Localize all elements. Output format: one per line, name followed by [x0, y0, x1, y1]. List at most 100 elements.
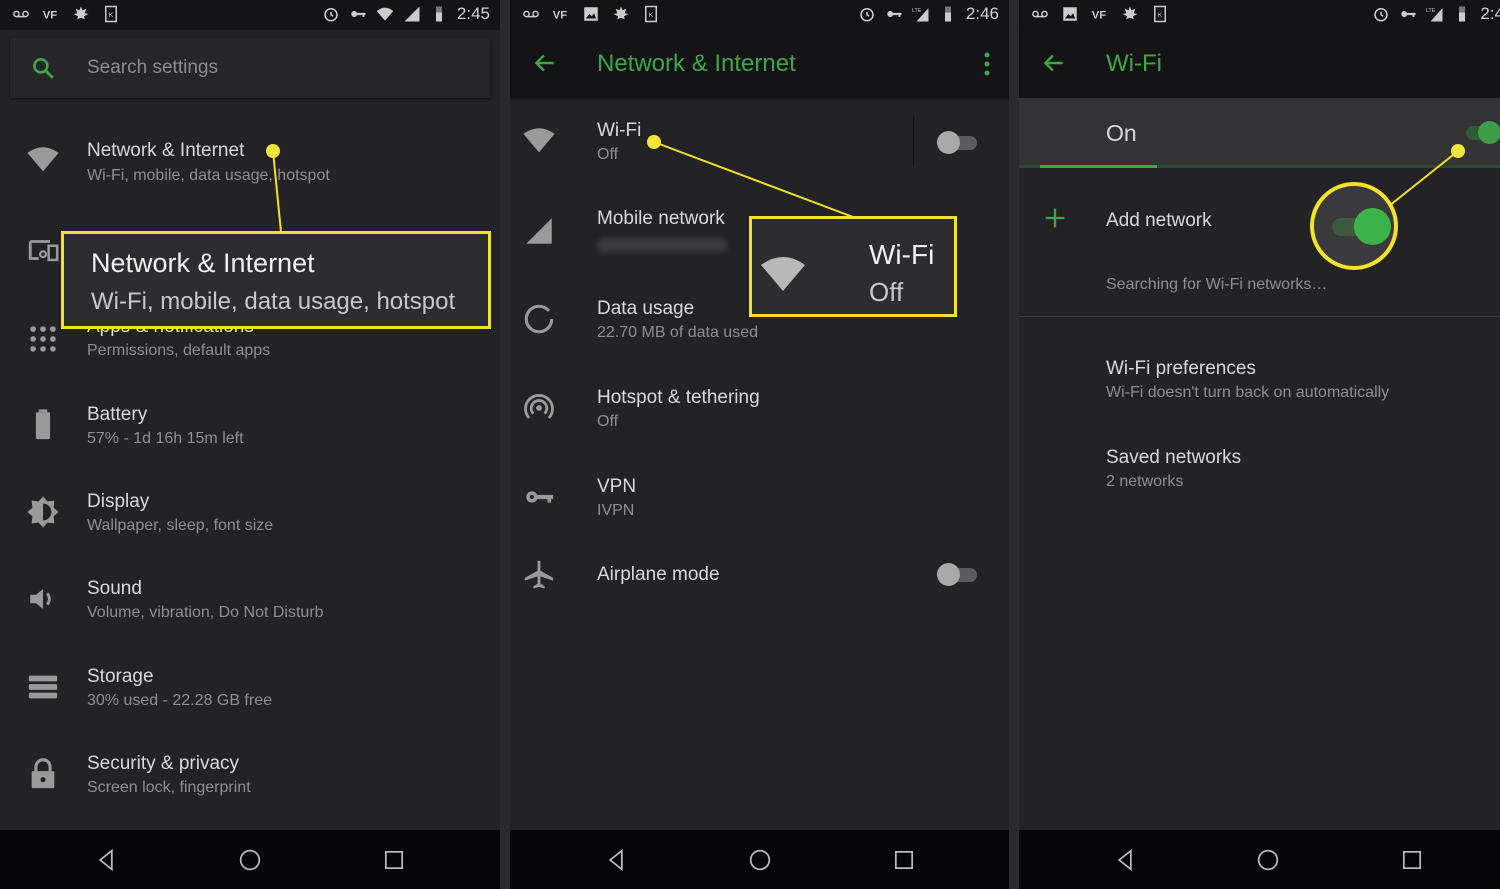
blurred-carrier-name: [597, 238, 727, 252]
status-bar: VF K 2:45: [0, 0, 500, 30]
item-subtitle: Wallpaper, sleep, font size: [87, 517, 274, 534]
recents-nav-icon[interactable]: [890, 846, 918, 874]
lock-icon: [31, 758, 55, 789]
back-arrow-icon[interactable]: [1041, 50, 1067, 76]
item-title: Mobile network: [597, 208, 725, 229]
home-nav-icon[interactable]: [746, 846, 774, 874]
alarm-icon: [1374, 8, 1389, 22]
settings-item-storage[interactable]: Storage 30% used - 22.28 GB free: [0, 650, 500, 730]
callout-subtitle: Off: [869, 277, 904, 307]
airplane-mode-toggle[interactable]: [937, 562, 977, 586]
search-input[interactable]: [87, 52, 467, 84]
voicemail-icon: [13, 10, 29, 18]
cell-signal-icon: [404, 6, 420, 22]
callout-title: Network & Internet: [91, 248, 315, 278]
recents-nav-icon[interactable]: [1398, 846, 1426, 874]
maple-leaf-icon: [73, 6, 89, 20]
lte-signal-icon: LTE: [912, 8, 929, 22]
item-title: VPN: [597, 476, 637, 497]
back-nav-icon[interactable]: [602, 846, 630, 874]
settings-item-network[interactable]: Network & Internet Wi-Fi, mobile, data u…: [0, 120, 500, 200]
item-subtitle: 2 networks: [1106, 473, 1184, 490]
item-subtitle: Wi-Fi doesn't turn back on automatically: [1106, 384, 1390, 401]
storage-icon: [28, 675, 58, 699]
wifi-master-toggle[interactable]: [1460, 120, 1500, 144]
back-arrow-icon[interactable]: [532, 50, 558, 76]
svg-text:LTE: LTE: [1426, 8, 1436, 14]
hotspot-icon: [524, 394, 554, 419]
network-item-wifi[interactable]: Wi-Fi Off: [510, 104, 1009, 184]
voicemail-icon: [1032, 10, 1048, 18]
settings-panel: VF K 2:45 Network & Internet Wi-Fi, mobi…: [0, 0, 500, 889]
clock: 2:4: [1480, 4, 1500, 23]
brightness-icon: [27, 496, 59, 528]
back-nav-icon[interactable]: [92, 846, 120, 874]
item-title: Sound: [87, 578, 142, 599]
k-app-icon: K: [105, 5, 117, 23]
battery-icon: [944, 6, 951, 22]
alarm-icon: [324, 8, 338, 22]
item-subtitle: 57% - 1d 16h 15m left: [87, 430, 244, 447]
svg-text:K: K: [649, 12, 654, 19]
item-subtitle: Off: [597, 146, 619, 163]
item-title: Hotspot & tethering: [597, 387, 760, 408]
divider: [1019, 316, 1500, 317]
settings-item-sound[interactable]: Sound Volume, vibration, Do Not Disturb: [0, 562, 500, 642]
callout-wifi-off: Wi-Fi Off: [749, 216, 957, 317]
add-network-label: Add network: [1106, 210, 1212, 231]
wifi-preferences-item[interactable]: Wi-Fi preferences Wi-Fi doesn't turn bac…: [1019, 342, 1500, 422]
svg-text:LTE: LTE: [912, 8, 922, 14]
key-icon: [887, 11, 902, 17]
wifi-toggle[interactable]: [937, 130, 977, 154]
search-bar[interactable]: [10, 38, 490, 98]
app-bar: Network & Internet: [510, 30, 1009, 98]
home-nav-icon[interactable]: [236, 846, 264, 874]
wifi-master-switch-bar[interactable]: On: [1019, 98, 1500, 168]
cell-signal-icon: [526, 218, 552, 244]
volume-icon: [30, 589, 51, 609]
key-icon: [351, 11, 366, 17]
wifi-icon: [523, 128, 555, 153]
item-title: Security & privacy: [87, 753, 240, 774]
svg-text:VF: VF: [553, 10, 568, 22]
add-network-item[interactable]: Add network: [1019, 182, 1500, 262]
battery-icon: [35, 409, 51, 440]
svg-text:K: K: [1158, 12, 1163, 19]
settings-item-security[interactable]: Security & privacy Screen lock, fingerpr…: [0, 737, 500, 817]
settings-item-battery[interactable]: Battery 57% - 1d 16h 15m left: [0, 388, 500, 468]
item-title: Saved networks: [1106, 447, 1242, 468]
key-icon: [1401, 11, 1416, 17]
k-app-icon: K: [1154, 5, 1166, 23]
back-nav-icon[interactable]: [1111, 846, 1139, 874]
callout-toggle-magnified: [1310, 182, 1398, 270]
network-item-airplane[interactable]: Airplane mode: [510, 548, 1009, 628]
nav-bar: [0, 830, 500, 889]
image-icon: [584, 7, 598, 21]
item-subtitle: IVPN: [597, 502, 635, 519]
home-nav-icon[interactable]: [1254, 846, 1282, 874]
alarm-icon: [860, 8, 874, 22]
item-subtitle: 22.70 MB of data used: [597, 324, 758, 341]
network-item-hotspot[interactable]: Hotspot & tethering Off: [510, 371, 1009, 451]
saved-networks-item[interactable]: Saved networks 2 networks: [1019, 431, 1500, 511]
item-subtitle: Volume, vibration, Do Not Disturb: [87, 604, 324, 621]
callout-network-internet: Network & Internet Wi-Fi, mobile, data u…: [61, 231, 491, 329]
network-item-vpn[interactable]: VPN IVPN: [510, 460, 1009, 540]
nav-bar: [1019, 830, 1500, 889]
item-subtitle: Off: [597, 413, 619, 430]
settings-item-display[interactable]: Display Wallpaper, sleep, font size: [0, 475, 500, 555]
magnified-toggle-thumb: [1354, 208, 1391, 245]
callout-subtitle: Wi-Fi, mobile, data usage, hotspot: [91, 288, 456, 315]
more-options-icon[interactable]: [981, 50, 993, 78]
recents-nav-icon[interactable]: [380, 846, 408, 874]
voicemail-icon: [523, 10, 539, 18]
app-bar: Wi-Fi: [1019, 30, 1500, 98]
airplane-icon: [524, 560, 554, 589]
maple-leaf-icon: [1122, 6, 1138, 20]
svg-text:VF: VF: [1092, 10, 1107, 22]
vpn-app-icon: VF: [1092, 10, 1107, 22]
wifi-panel: VF K LTE 2:4 Wi-Fi On Add network Search…: [1019, 0, 1500, 889]
status-bar: VF K LTE 2:4: [1019, 0, 1500, 30]
status-bar: VF K LTE 2:46: [510, 0, 1009, 30]
item-subtitle: Permissions, default apps: [87, 342, 271, 359]
